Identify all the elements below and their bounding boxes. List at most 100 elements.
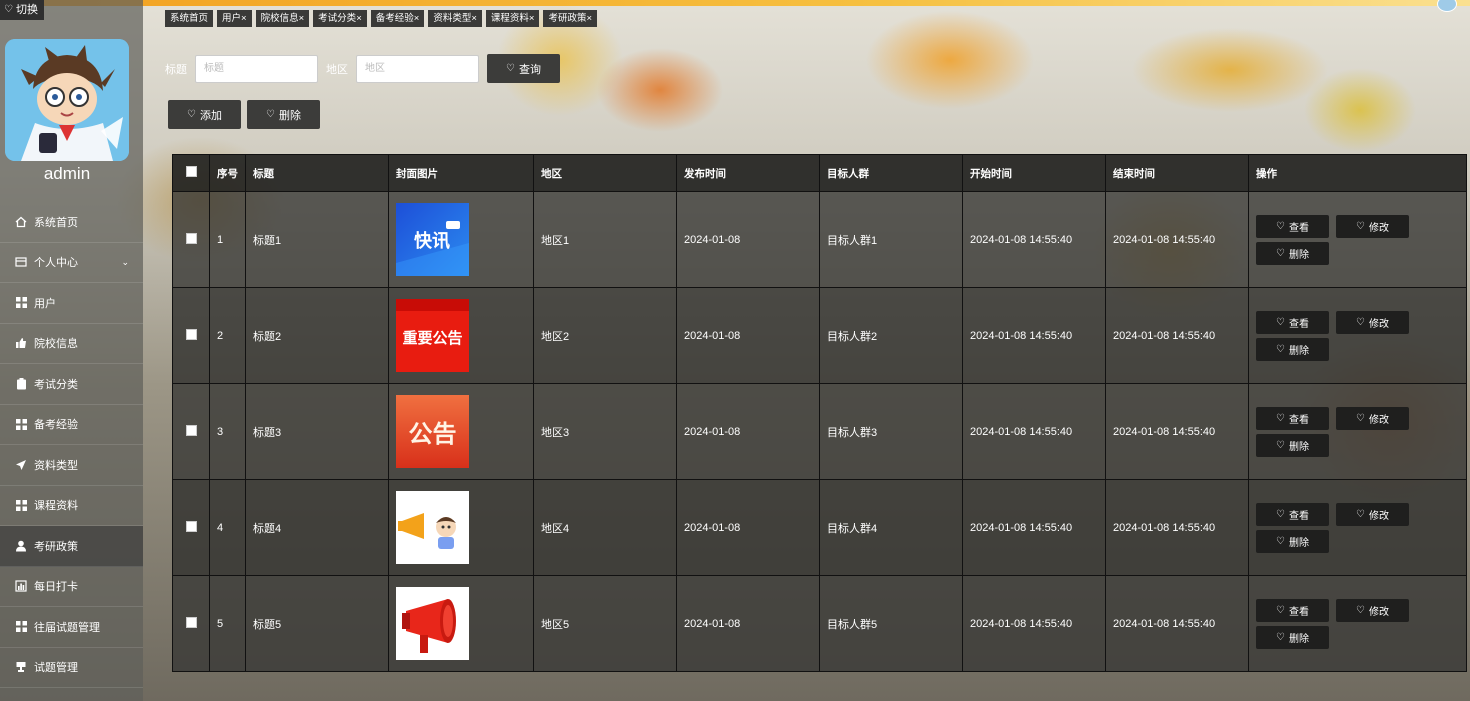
heart-icon: ♡ (4, 4, 13, 15)
sidebar-item-label: 往届试题管理 (34, 621, 100, 634)
tab-course-material[interactable]: 课程资料× (485, 10, 540, 27)
select-all-checkbox[interactable] (185, 166, 197, 177)
close-icon[interactable]: × (356, 13, 362, 24)
edit-button[interactable]: ♡ 修改 (1336, 310, 1409, 334)
delete-button[interactable]: ♡ 删除 (1256, 433, 1329, 457)
sidebar-item-exam-experience[interactable]: 备考经验 (0, 405, 143, 445)
tab-school-info[interactable]: 院校信息× (255, 10, 310, 27)
heart-icon: ♡ (1276, 247, 1285, 259)
sidebar-item-label: 资料类型 (34, 459, 78, 472)
switch-button[interactable]: ♡ 切换 (0, 0, 44, 20)
title-search-input[interactable] (195, 54, 318, 83)
query-button[interactable]: ♡ 查询 (487, 54, 560, 83)
sidebar-item-users[interactable]: 用户 (0, 283, 143, 324)
region-search-input[interactable] (356, 54, 479, 83)
view-button[interactable]: ♡ 查看 (1256, 502, 1329, 526)
tab-home[interactable]: 系统首页 (165, 10, 214, 27)
view-button[interactable]: ♡ 查看 (1256, 310, 1329, 334)
row-cover-cell: 公告 (388, 383, 534, 480)
delete-button[interactable]: ♡ 删除 (1256, 625, 1329, 649)
delete-button[interactable]: ♡ 删除 (1256, 337, 1329, 361)
column-header: 目标人群 (819, 154, 963, 192)
row-checkbox[interactable] (185, 616, 197, 628)
table-row: 3 标题3 公告 地区3 2024-01-08 目标人群3 2024-01-08… (172, 383, 1467, 480)
view-button[interactable]: ♡ 查看 (1256, 406, 1329, 430)
close-icon[interactable]: × (299, 13, 305, 24)
table-header-row: 序号 标题 封面图片 地区 发布时间 目标人群 开始时间 结束时间 操作 (172, 154, 1467, 192)
sidebar-item-label: 试题管理 (34, 662, 78, 675)
sidebar-item-past-exams[interactable]: 往届试题管理 (0, 607, 143, 648)
table-row: 1 标题1 快讯 地区1 2024-01-08 目标人群1 2024-01-08… (172, 191, 1467, 288)
row-region: 地区4 (533, 479, 677, 576)
view-button[interactable]: ♡ 查看 (1256, 598, 1329, 622)
close-icon[interactable]: × (471, 13, 477, 24)
edit-button[interactable]: ♡ 修改 (1336, 406, 1409, 430)
edit-button[interactable]: ♡ 修改 (1336, 502, 1409, 526)
sidebar-item-exam-category[interactable]: 考试分类 (0, 364, 143, 405)
row-actions: ♡ 查看 ♡ 修改 ♡ 删除 (1248, 191, 1467, 288)
cover-text: 公告 (409, 420, 457, 448)
avatar-cartoon-icon (5, 39, 129, 161)
row-checkbox[interactable] (185, 232, 197, 244)
sidebar-item-personal-center[interactable]: 个人中心 ⌄ (0, 243, 143, 283)
row-checkbox[interactable] (185, 328, 197, 340)
sidebar-item-course-material[interactable]: 课程资料 (0, 486, 143, 526)
row-number: 1 (209, 191, 246, 288)
send-icon (14, 459, 28, 471)
close-icon[interactable]: × (241, 13, 247, 24)
row-publish-time: 2024-01-08 (676, 191, 820, 288)
region-label: 地区 (326, 63, 348, 76)
sidebar-item-policy[interactable]: 考研政策 (0, 526, 143, 567)
row-cover-cell: 重要公告 (388, 287, 534, 384)
tab-exam-category[interactable]: 考试分类× (313, 10, 367, 27)
view-button[interactable]: ♡ 查看 (1256, 214, 1329, 238)
add-label: 添加 (199, 109, 222, 122)
sidebar-item-label: 考试分类 (34, 378, 78, 391)
sidebar-item-home[interactable]: 系统首页 (0, 202, 143, 243)
delete-button[interactable]: ♡ 删除 (1256, 529, 1329, 553)
row-actions: ♡ 查看 ♡ 修改 ♡ 删除 (1248, 287, 1467, 384)
row-start-time: 2024-01-08 14:55:40 (962, 191, 1106, 288)
sidebar: ♡ 切换 admin 系统首页 个人中心 ⌄ 用户 院校信息 考试分类 备考经验… (0, 0, 143, 701)
sidebar-item-material-type[interactable]: 资料类型 (0, 445, 143, 486)
grid-icon (14, 297, 28, 309)
row-cover-cell (388, 575, 534, 672)
row-select-cell (172, 479, 210, 576)
column-header: 操作 (1248, 154, 1467, 192)
edit-button[interactable]: ♡ 修改 (1336, 214, 1409, 238)
row-region: 地区5 (533, 575, 677, 672)
sidebar-item-question-management[interactable]: 试题管理 (0, 648, 143, 688)
close-icon[interactable]: × (587, 13, 593, 24)
tab-users[interactable]: 用户× (217, 10, 252, 27)
sidebar-item-school-info[interactable]: 院校信息 (0, 324, 143, 364)
tab-policy[interactable]: 考研政策× (543, 10, 598, 27)
tab-material-type[interactable]: 资料类型× (428, 10, 482, 27)
edit-button[interactable]: ♡ 修改 (1336, 598, 1409, 622)
row-checkbox[interactable] (185, 520, 197, 532)
table-row: 5 标题5 地区5 2024-01-08 目标人群5 2024-01-08 14… (172, 575, 1467, 672)
row-title: 标题2 (245, 287, 389, 384)
close-icon[interactable]: × (529, 13, 535, 24)
close-icon[interactable]: × (414, 13, 420, 24)
row-number: 3 (209, 383, 246, 480)
batch-delete-button[interactable]: ♡ 删除 (247, 100, 320, 129)
delete-button[interactable]: ♡ 删除 (1256, 241, 1329, 265)
heart-icon: ♡ (266, 109, 275, 120)
sidebar-item-label: 用户 (34, 297, 56, 310)
row-publish-time: 2024-01-08 (676, 287, 820, 384)
sidebar-item-label: 每日打卡 (34, 581, 78, 594)
row-checkbox[interactable] (185, 424, 197, 436)
column-header: 封面图片 (388, 154, 534, 192)
cover-image-kuaixun: 快讯 (396, 203, 469, 276)
column-header: 开始时间 (962, 154, 1106, 192)
row-title: 标题5 (245, 575, 389, 672)
sidebar-item-daily-checkin[interactable]: 每日打卡 (0, 567, 143, 607)
row-publish-time: 2024-01-08 (676, 575, 820, 672)
top-accent-bar (0, 0, 1470, 6)
tab-exam-experience[interactable]: 备考经验× (370, 10, 425, 27)
clipboard-icon (14, 377, 28, 390)
add-button[interactable]: ♡ 添加 (168, 100, 241, 129)
heart-icon: ♡ (1276, 316, 1285, 328)
profile-avatar[interactable] (1437, 0, 1457, 12)
toolbar: ♡ 添加 ♡ 删除 (168, 100, 320, 129)
